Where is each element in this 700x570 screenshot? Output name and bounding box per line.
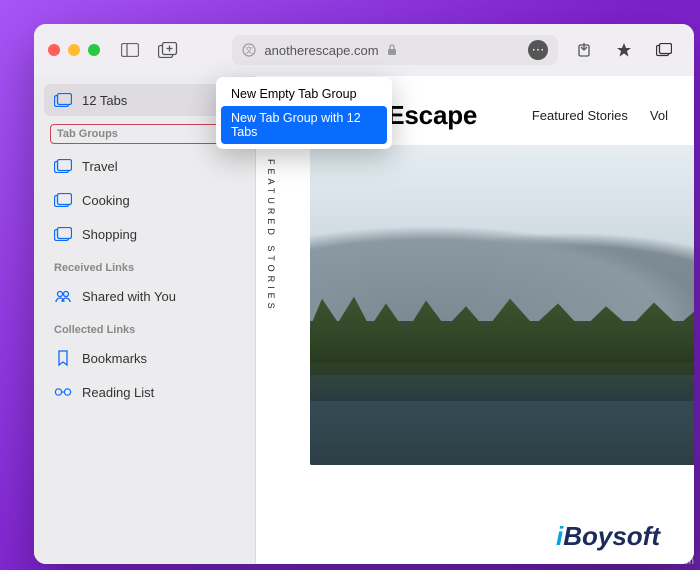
folder-icon: [54, 157, 72, 175]
shared-label: Shared with You: [82, 289, 176, 304]
dropdown-new-with-tabs[interactable]: New Tab Group with 12 Tabs: [221, 106, 387, 144]
tab-group-label: Cooking: [82, 193, 130, 208]
page-actions-button[interactable]: ⋯: [528, 40, 548, 60]
sidebar: 12 Tabs Tab Groups Travel Cooking Shopp: [34, 76, 256, 564]
minimize-button[interactable]: [68, 44, 80, 56]
folder-icon: [54, 191, 72, 209]
new-tab-group-button[interactable]: [154, 36, 182, 64]
watermark: iBoysoft: [556, 521, 660, 552]
hero-image: [310, 145, 694, 465]
close-button[interactable]: [48, 44, 60, 56]
webpage: Another Escape Featured Stories Vol FEAT…: [256, 76, 694, 564]
toolbar-right: [568, 36, 680, 64]
nav-link-featured[interactable]: Featured Stories: [532, 108, 628, 123]
tab-group-travel[interactable]: Travel: [44, 150, 245, 182]
address-bar[interactable]: 文 anotherescape.com ⋯: [232, 35, 558, 65]
bookmark-icon: [54, 349, 72, 367]
svg-text:文: 文: [245, 45, 253, 55]
folder-icon: [54, 225, 72, 243]
section-collected-links: Collected Links: [44, 314, 245, 340]
tab-group-label: Shopping: [82, 227, 137, 242]
people-icon: [54, 287, 72, 305]
traffic-lights: [48, 44, 100, 56]
vertical-label: FEATURED STORIES: [266, 159, 276, 313]
watermark-rest: Boysoft: [563, 521, 660, 551]
extensions-button[interactable]: [608, 36, 640, 64]
lock-icon: [387, 44, 397, 56]
bookmarks[interactable]: Bookmarks: [44, 342, 245, 374]
content-area: 12 Tabs Tab Groups Travel Cooking Shopp: [34, 76, 694, 564]
section-tab-groups: Tab Groups: [50, 124, 239, 144]
reader-icon: 文: [242, 43, 256, 57]
corner-watermark: wsxdn.com: [644, 556, 694, 567]
toolbar: 文 anotherescape.com ⋯: [34, 24, 694, 76]
tab-group-cooking[interactable]: Cooking: [44, 184, 245, 216]
sidebar-toggle-button[interactable]: [116, 36, 144, 64]
nav-links: Featured Stories Vol: [532, 108, 668, 123]
downloads-button[interactable]: [568, 36, 600, 64]
tab-group-shopping[interactable]: Shopping: [44, 218, 245, 250]
tabs-icon: [54, 91, 72, 109]
maximize-button[interactable]: [88, 44, 100, 56]
dropdown-new-empty[interactable]: New Empty Tab Group: [221, 82, 387, 106]
reading-list-label: Reading List: [82, 385, 154, 400]
tab-group-label: Travel: [82, 159, 118, 174]
section-received-links: Received Links: [44, 252, 245, 278]
tabs-overview-button[interactable]: [648, 36, 680, 64]
url-text: anotherescape.com: [264, 43, 379, 58]
shared-with-you[interactable]: Shared with You: [44, 280, 245, 312]
reading-list[interactable]: Reading List: [44, 376, 245, 408]
bookmarks-label: Bookmarks: [82, 351, 147, 366]
glasses-icon: [54, 383, 72, 401]
nav-link-vol[interactable]: Vol: [650, 108, 668, 123]
tabs-count-item[interactable]: 12 Tabs: [44, 84, 245, 116]
tab-group-dropdown: New Empty Tab Group New Tab Group with 1…: [216, 77, 392, 149]
hero-area: FEATURED STORIES: [256, 145, 694, 465]
tabs-count-label: 12 Tabs: [82, 93, 127, 108]
